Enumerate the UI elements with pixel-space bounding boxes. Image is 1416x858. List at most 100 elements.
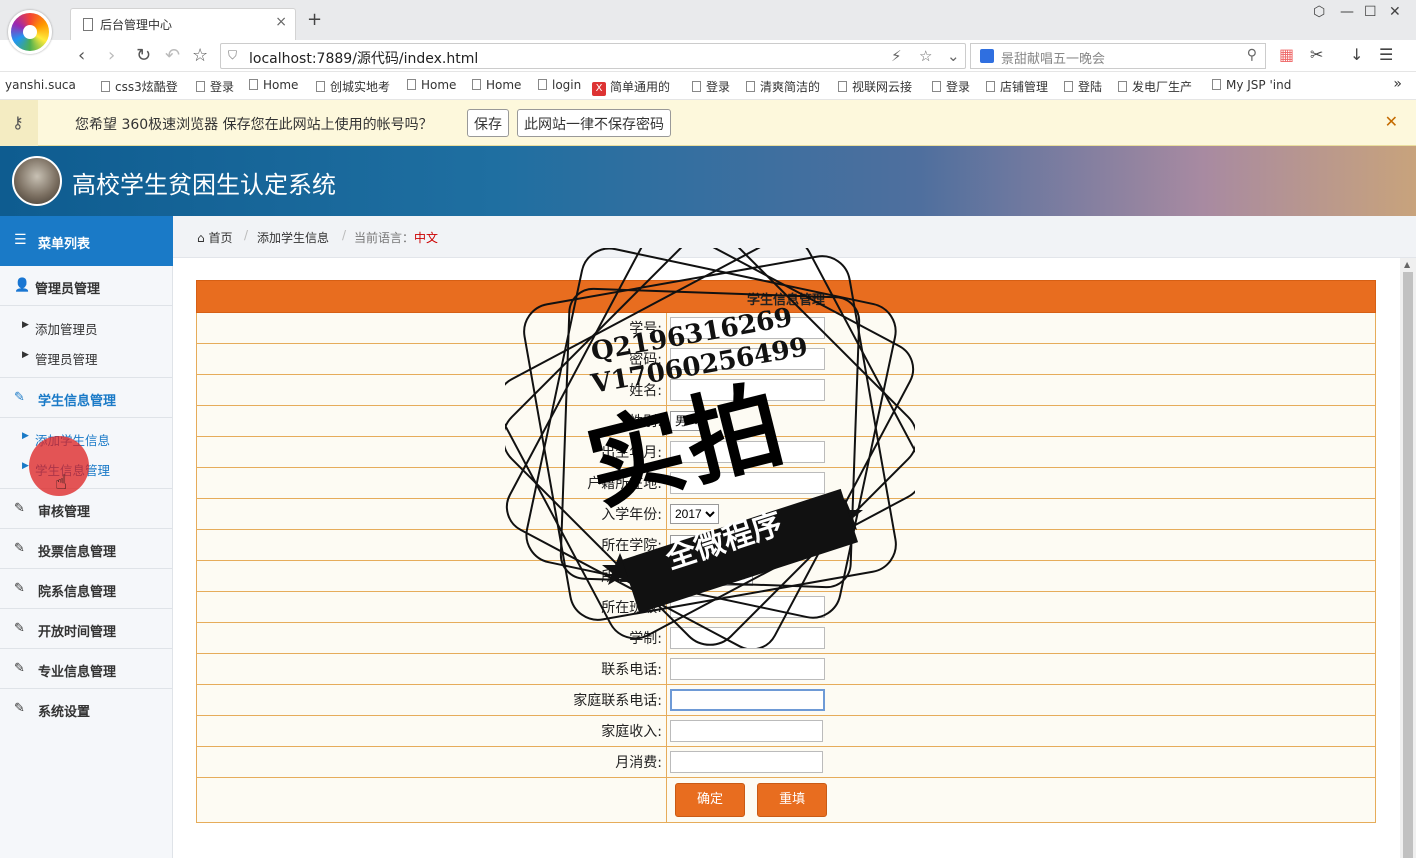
sidebar-item-major-management[interactable]: ✎ 专业信息管理 bbox=[0, 649, 173, 689]
lightning-icon[interactable]: ⚡ bbox=[891, 47, 902, 65]
tab-close-icon[interactable]: × bbox=[275, 14, 287, 30]
bookmark-item[interactable]: css3炫酷登 bbox=[101, 78, 178, 95]
bookmarks-more-icon[interactable]: » bbox=[1393, 76, 1402, 92]
bookmark-label: My JSP 'ind bbox=[1226, 78, 1292, 92]
family-phone-input[interactable] bbox=[670, 689, 825, 711]
bookmark-item[interactable]: 登录 bbox=[932, 78, 970, 95]
form-title-text: 学生信息管理 bbox=[746, 293, 825, 308]
monthly-spend-input[interactable] bbox=[670, 751, 823, 773]
major-select[interactable]: 计算机应用 bbox=[670, 566, 753, 586]
language-label: 当前语言： bbox=[354, 231, 415, 245]
bookmark-item[interactable]: 登陆 bbox=[1064, 78, 1102, 95]
sidebar-item-admin-list[interactable]: ▶ 管理员管理 bbox=[0, 342, 173, 372]
main-content: ⌂ 首页 / 添加学生信息 / 当前语言：中文 学生信息管理 学号: 密码: 姓… bbox=[173, 216, 1416, 858]
class-input[interactable] bbox=[670, 596, 825, 618]
download-icon[interactable]: ↓ bbox=[1350, 45, 1363, 64]
sidebar-item-label: 系统设置 bbox=[38, 705, 91, 720]
bookmark-label: login bbox=[552, 78, 582, 92]
back-button[interactable]: ‹ bbox=[78, 45, 85, 66]
reload-button[interactable]: ↻ bbox=[136, 45, 151, 66]
bookmark-item[interactable]: 店铺管理 bbox=[986, 78, 1048, 95]
chevron-down-icon[interactable]: ⌄ bbox=[947, 47, 960, 65]
address-bar[interactable]: ⛉ localhost:7889/源代码/index.html ⚡ ☆ ⌄ bbox=[220, 43, 966, 69]
family-income-input[interactable] bbox=[670, 720, 823, 742]
sidebar-item-label: 审核管理 bbox=[38, 505, 91, 520]
undo-close-button[interactable]: ↶ bbox=[165, 45, 180, 66]
bookmark-item[interactable]: 清爽简洁的 bbox=[746, 78, 820, 95]
phone-input[interactable] bbox=[670, 658, 825, 680]
favorite-star-icon[interactable]: ☆ bbox=[919, 47, 932, 65]
bookmark-item[interactable]: Home bbox=[407, 78, 456, 92]
home-icon: ⌂ bbox=[197, 231, 209, 245]
scroll-up-icon[interactable]: ▲ bbox=[1404, 260, 1410, 269]
search-icon[interactable]: ⚲ bbox=[1247, 47, 1257, 63]
edit-icon: ✎ bbox=[14, 501, 25, 516]
forward-button[interactable]: › bbox=[108, 45, 115, 66]
sidebar-item-label: 学生信息管理 bbox=[38, 394, 117, 409]
family-phone-label: 家庭联系电话: bbox=[196, 684, 667, 716]
bookmark-item[interactable]: Home bbox=[472, 78, 521, 92]
major-label: 所在专业: bbox=[196, 560, 667, 592]
sidebar-item-label: 院系信息管理 bbox=[38, 585, 117, 600]
sidebar-item-department-management[interactable]: ✎ 院系信息管理 bbox=[0, 569, 173, 609]
page-icon bbox=[472, 79, 481, 90]
password-input[interactable] bbox=[670, 348, 825, 370]
bookmark-item[interactable]: Home bbox=[249, 78, 298, 92]
never-save-password-button[interactable]: 此网站一律不保存密码 bbox=[517, 109, 671, 137]
list-icon: ☰ bbox=[14, 232, 27, 248]
bookmark-item[interactable]: 登录 bbox=[196, 78, 234, 95]
bookmark-item[interactable]: X 简单通用的 bbox=[592, 78, 670, 96]
sidebar-item-label: 专业信息管理 bbox=[38, 665, 117, 680]
sidebar-item-vote-management[interactable]: ✎ 投票信息管理 bbox=[0, 529, 173, 569]
student-no-input[interactable] bbox=[670, 317, 825, 339]
breadcrumb-current-page[interactable]: 添加学生信息 bbox=[257, 229, 329, 246]
breadcrumb-home-label: 首页 bbox=[208, 231, 233, 245]
search-box[interactable]: 景甜献唱五一晚会 ⚲ bbox=[970, 43, 1266, 69]
bookmark-star-button[interactable]: ☆ bbox=[192, 45, 208, 66]
name-input[interactable] bbox=[670, 379, 825, 401]
sidebar-item-admin-management[interactable]: 👤 管理员管理 bbox=[0, 266, 173, 306]
maximize-button[interactable]: ☐ bbox=[1364, 4, 1377, 20]
sidebar-item-add-admin[interactable]: ▶ 添加管理员 bbox=[0, 312, 173, 342]
bookmark-item[interactable]: yanshi.suca bbox=[5, 78, 76, 92]
new-tab-button[interactable]: + bbox=[307, 9, 322, 30]
close-window-button[interactable]: ✕ bbox=[1389, 4, 1401, 20]
menu-icon[interactable]: ☰ bbox=[1379, 45, 1393, 64]
scroll-thumb[interactable] bbox=[1403, 272, 1413, 858]
sidebar-item-system-settings[interactable]: ✎ 系统设置 bbox=[0, 689, 173, 729]
sidebar-item-review-management[interactable]: ✎ 审核管理 bbox=[0, 489, 173, 529]
birthday-input[interactable] bbox=[670, 441, 825, 463]
reset-button[interactable]: 重填 bbox=[757, 783, 828, 817]
submit-button[interactable]: 确定 bbox=[675, 783, 745, 817]
bookmark-item[interactable]: 视联网云接 bbox=[838, 78, 912, 95]
sidebar-item-label: 添加管理员 bbox=[35, 322, 98, 337]
bookmark-item[interactable]: 创城实地考 bbox=[316, 78, 390, 95]
bookmark-item[interactable]: 登录 bbox=[692, 78, 730, 95]
browser-tab[interactable]: 后台管理中心 × bbox=[70, 8, 296, 40]
app-header: 高校学生贫困生认定系统 bbox=[0, 146, 1416, 216]
enroll-year-select[interactable]: 2017 bbox=[670, 504, 719, 524]
bookmark-item[interactable]: login bbox=[538, 78, 581, 92]
scissors-icon[interactable]: ✂ bbox=[1310, 45, 1323, 64]
save-password-button[interactable]: 保存 bbox=[467, 109, 509, 137]
apps-icon[interactable]: ▦ bbox=[1279, 45, 1294, 64]
language-value: 中文 bbox=[414, 231, 439, 245]
bookmark-item[interactable]: 发电厂生产 bbox=[1118, 78, 1192, 95]
family-income-label: 家庭收入: bbox=[196, 715, 667, 747]
bookmark-item[interactable]: My JSP 'ind bbox=[1212, 78, 1291, 92]
page-icon bbox=[932, 81, 941, 92]
breadcrumb-home[interactable]: ⌂ 首页 bbox=[197, 229, 232, 246]
scrollbar[interactable]: ▲ bbox=[1400, 258, 1416, 858]
gender-select[interactable]: 男 bbox=[670, 411, 705, 431]
sidebar: ☰ 菜单列表 👤 管理员管理 ▶ 添加管理员 ▶ 管理员管理 ✎ 学生信息管理 … bbox=[0, 216, 173, 858]
close-icon[interactable]: ✕ bbox=[1385, 112, 1398, 131]
college-select[interactable] bbox=[670, 535, 730, 555]
minimize-button[interactable]: — bbox=[1340, 4, 1354, 20]
duration-input[interactable] bbox=[670, 627, 825, 649]
sidebar-item-opentime-management[interactable]: ✎ 开放时间管理 bbox=[0, 609, 173, 649]
skin-icon[interactable]: ⬡ bbox=[1313, 4, 1325, 20]
hukou-input[interactable] bbox=[670, 472, 825, 494]
sidebar-item-student-management[interactable]: ✎ 学生信息管理 bbox=[0, 378, 173, 418]
sidebar-item-add-student[interactable]: ▶ 添加学生信息 bbox=[0, 423, 173, 453]
bookmark-label: 登录 bbox=[210, 80, 235, 94]
